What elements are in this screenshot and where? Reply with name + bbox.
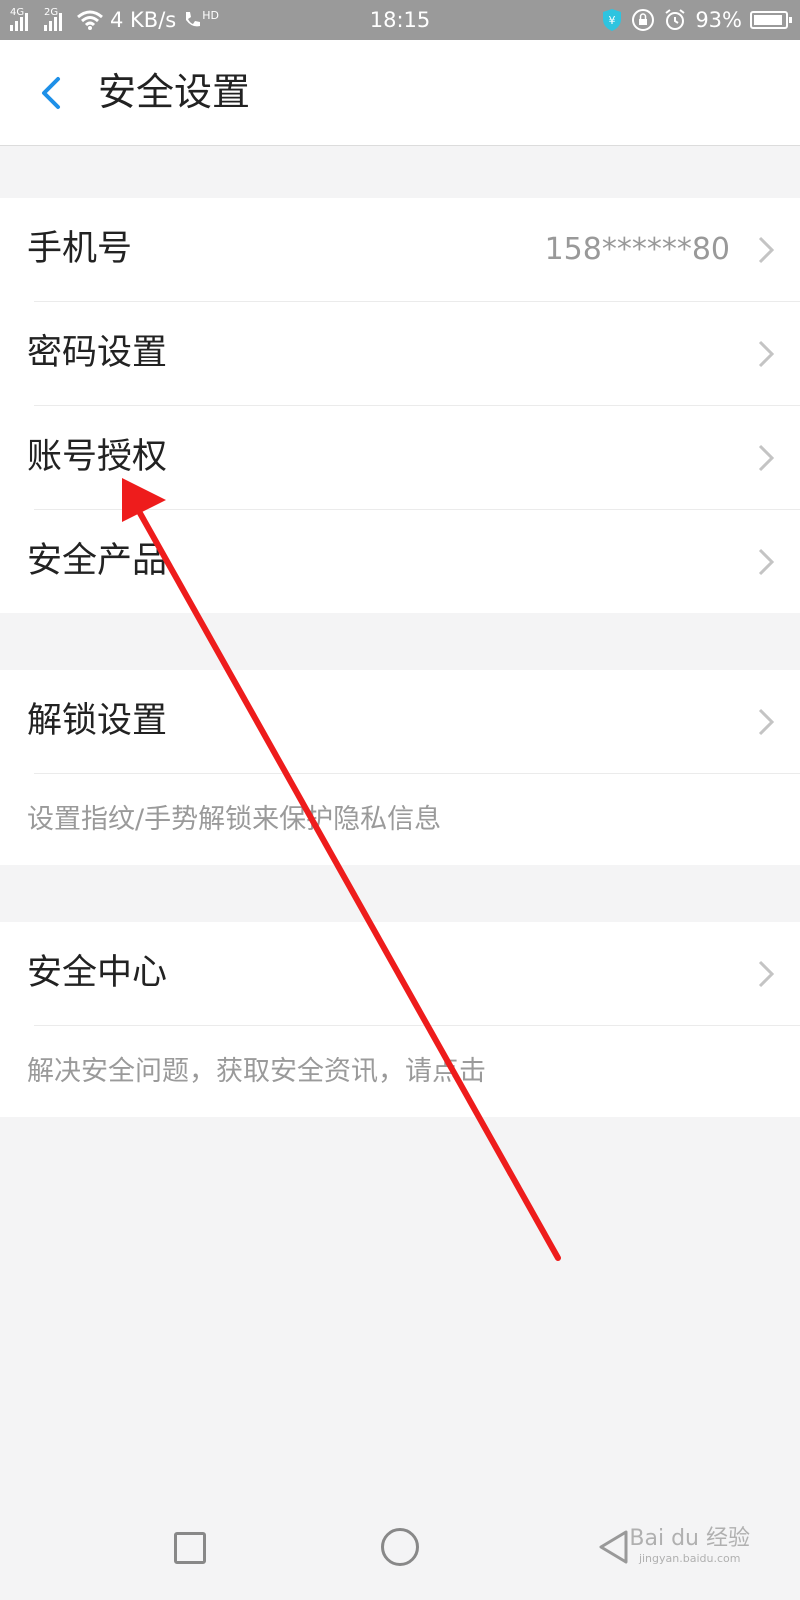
home-button[interactable] [381, 1528, 419, 1566]
watermark-url: jingyan.baidu.com [638, 1552, 741, 1565]
security-center-group: 安全中心 解决安全问题，获取安全资讯，请点击 [0, 922, 800, 1117]
chevron-right-icon [758, 444, 775, 472]
status-right: ¥ 93% [601, 0, 792, 40]
chevron-right-icon [758, 236, 775, 264]
unlock-settings-description: 设置指纹/手势解锁来保护隐私信息 [27, 804, 442, 835]
security-products-row[interactable]: 安全产品 [0, 510, 800, 613]
chevron-right-icon [758, 960, 775, 988]
account-authorization-label: 账号授权 [27, 437, 168, 477]
unlock-settings-label: 解锁设置 [27, 701, 168, 741]
chevron-right-icon [758, 340, 775, 368]
status-bar: 4G 2G 4 KB/s HD 18:15 ¥ 93% [0, 0, 800, 40]
watermark-text: Bai du 经验 [629, 1526, 750, 1551]
alarm-clock-icon [665, 9, 685, 30]
battery-fill [754, 15, 782, 25]
phone-number-row[interactable]: 手机号 158******80 [0, 198, 800, 301]
back-arrow-icon[interactable] [32, 73, 72, 113]
security-center-description: 解决安全问题，获取安全资讯，请点击 [27, 1056, 486, 1087]
chevron-right-icon [758, 708, 775, 736]
phone-number-label: 手机号 [27, 229, 133, 269]
page-title: 安全设置 [98, 70, 251, 114]
svg-text:¥: ¥ [609, 14, 616, 27]
unlock-settings-group: 解锁设置 设置指纹/手势解锁来保护隐私信息 [0, 670, 800, 865]
recent-apps-button[interactable] [174, 1532, 206, 1564]
security-products-label: 安全产品 [27, 541, 168, 581]
rotation-lock-icon [632, 9, 655, 31]
password-settings-label: 密码设置 [27, 333, 168, 373]
baidu-jingyan-watermark: Bai du 经验 jingyan.baidu.com [629, 1520, 750, 1565]
battery-percent: 93% [695, 8, 742, 32]
app-header: 安全设置 [0, 40, 800, 146]
unlock-settings-row[interactable]: 解锁设置 [0, 670, 800, 773]
security-center-row[interactable]: 安全中心 [0, 922, 800, 1025]
shield-yuan-icon: ¥ [603, 9, 622, 31]
back-triangle-icon[interactable] [596, 1528, 630, 1566]
phone-number-value: 158******80 [544, 232, 730, 267]
security-center-label: 安全中心 [27, 953, 168, 993]
battery-icon [750, 11, 792, 29]
account-authorization-row[interactable]: 账号授权 [0, 406, 800, 509]
account-security-group: 手机号 158******80 密码设置 账号授权 安全产品 [0, 198, 800, 613]
password-settings-row[interactable]: 密码设置 [0, 302, 800, 405]
chevron-right-icon [758, 548, 775, 576]
system-nav-bar: Bai du 经验 jingyan.baidu.com [0, 1490, 800, 1600]
